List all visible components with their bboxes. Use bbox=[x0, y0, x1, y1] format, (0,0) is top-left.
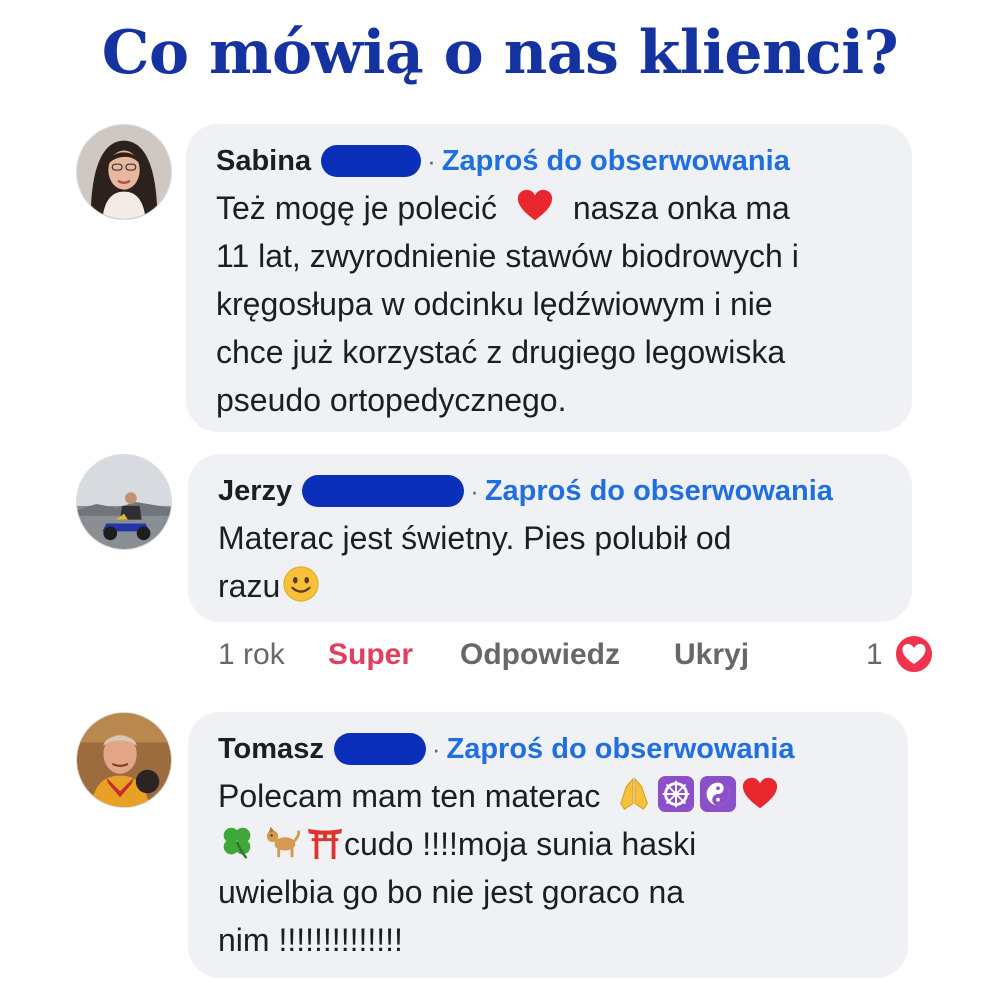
invite-follow-link[interactable]: Zaproś do obserwowania bbox=[485, 475, 833, 508]
hide-button[interactable]: Ukryj bbox=[674, 638, 749, 672]
comment-line: uwielbia go bo nie jest goraco na bbox=[218, 874, 685, 910]
wheel-of-dharma-icon bbox=[657, 775, 695, 813]
comment-header: Tomasz · Zaproś do obserwowania bbox=[218, 732, 880, 766]
redacted-surname bbox=[321, 145, 422, 177]
avatar-tomasz[interactable] bbox=[76, 712, 172, 808]
comment-actions-row: 1 rok Super Odpowiedz Ukryj 1 bbox=[218, 632, 938, 680]
comment-line: Materac jest świetny. Pies polubił od bbox=[218, 520, 732, 556]
heart-reaction-icon[interactable] bbox=[894, 634, 934, 674]
comment-header: Jerzy · Zaproś do obserwowania bbox=[218, 474, 884, 508]
red-heart-icon bbox=[516, 187, 554, 225]
comment-bubble-sabina: Sabina · Zaproś do obserwowania Też mogę… bbox=[186, 124, 912, 432]
comment-line: nasza onka ma bbox=[572, 190, 790, 226]
separator-dot: · bbox=[431, 733, 441, 764]
redacted-surname bbox=[302, 475, 465, 507]
invite-follow-link[interactable]: Zaproś do obserwowania bbox=[447, 733, 795, 766]
yin-yang-icon bbox=[699, 775, 737, 813]
comment-text: Materac jest świetny. Pies polubił od ra… bbox=[218, 514, 884, 610]
commenter-name[interactable]: Sabina bbox=[216, 145, 311, 178]
comment-bubble-tomasz: Tomasz · Zaproś do obserwowania Polecam … bbox=[188, 712, 908, 978]
separator-dot: · bbox=[470, 475, 479, 506]
dog-icon bbox=[264, 823, 302, 861]
invite-follow-link[interactable]: Zaproś do obserwowania bbox=[442, 145, 790, 178]
reaction-count[interactable]: 1 bbox=[866, 638, 883, 672]
comment-line: pseudo ortopedycznego. bbox=[216, 382, 567, 418]
comment-line: nim !!!!!!!!!!!!!! bbox=[218, 922, 403, 958]
four-leaf-clover-icon bbox=[218, 823, 256, 861]
comment-timestamp: 1 rok bbox=[218, 638, 285, 671]
comment-line: chce już korzystać z drugiego legowiska bbox=[216, 334, 786, 370]
torii-gate-icon bbox=[306, 823, 344, 861]
separator-dot: · bbox=[427, 145, 436, 176]
reply-button[interactable]: Odpowiedz bbox=[460, 638, 620, 672]
folded-hands-icon bbox=[615, 775, 653, 813]
comment-line: Też mogę je polecić bbox=[216, 190, 498, 226]
comment-text: Też mogę je polecić nasza onka ma 11 lat… bbox=[216, 184, 884, 424]
comment-line: razu bbox=[218, 568, 281, 604]
comment-header: Sabina · Zaproś do obserwowania bbox=[216, 144, 884, 178]
like-button[interactable]: Super bbox=[328, 638, 413, 672]
commenter-name[interactable]: Jerzy bbox=[218, 475, 292, 508]
redacted-surname bbox=[333, 733, 426, 765]
comment-line: kręgosłupa w odcinku lędźwiowym i nie bbox=[216, 286, 773, 322]
page-headline: Co mówią o nas klienci? bbox=[101, 18, 899, 88]
avatar-sabina[interactable] bbox=[76, 124, 172, 220]
red-heart-icon bbox=[741, 775, 779, 813]
comment-bubble-jerzy: Jerzy · Zaproś do obserwowania Materac j… bbox=[188, 454, 912, 622]
commenter-name[interactable]: Tomasz bbox=[218, 733, 324, 766]
comment-line: cudo !!!!moja sunia haski bbox=[344, 826, 697, 862]
comment-text: Polecam mam ten materac cudo !!!!moja su… bbox=[218, 772, 880, 964]
avatar-jerzy[interactable] bbox=[76, 454, 172, 550]
smiling-face-icon bbox=[282, 565, 320, 603]
comment-line: Polecam mam ten materac bbox=[218, 778, 601, 814]
comment-line: 11 lat, zwyrodnienie stawów biodrowych i bbox=[216, 238, 799, 274]
